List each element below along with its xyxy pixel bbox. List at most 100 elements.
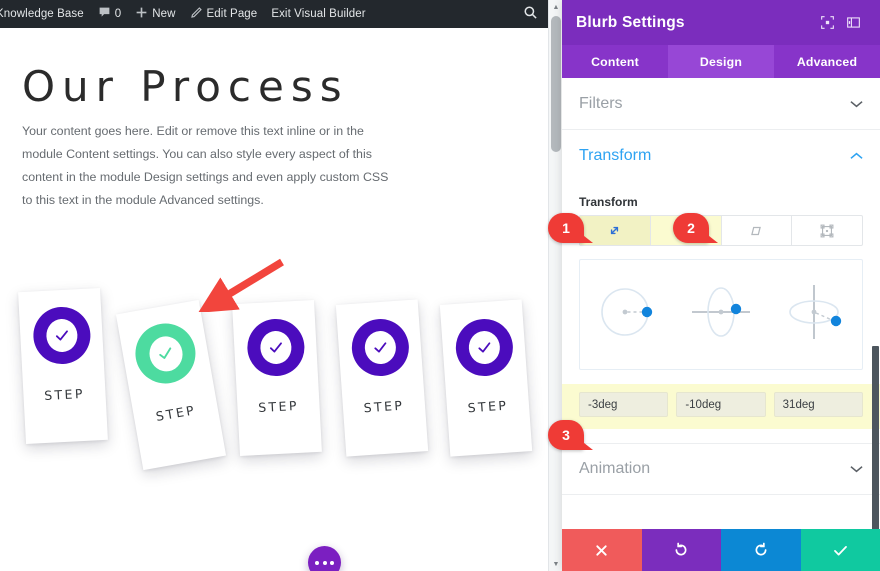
- section-filters-label: Filters: [579, 94, 623, 112]
- adminbar-item-comments[interactable]: 0: [91, 0, 129, 28]
- close-icon: [596, 544, 607, 556]
- section-transform-label: Transform: [579, 147, 652, 164]
- callout-badge-2: 2: [673, 213, 718, 243]
- adminbar-item-site[interactable]: Knowledge Base: [0, 0, 91, 28]
- undo-button[interactable]: [641, 529, 721, 571]
- plus-icon: [135, 6, 148, 22]
- panel-title: Blurb Settings: [576, 13, 685, 31]
- checkmark-icon: [55, 330, 68, 341]
- step-icon-circle: [130, 318, 201, 389]
- checkmark-icon: [373, 342, 386, 353]
- canvas-scrollbar[interactable]: ▲ ▼: [548, 0, 562, 571]
- ellipsis-dot: [322, 560, 327, 565]
- checkmark-icon: [833, 545, 847, 555]
- rotate-z-dial[interactable]: [588, 273, 666, 356]
- transform-field-label: Transform: [579, 195, 638, 209]
- callout-badge-1: 1: [548, 213, 593, 243]
- ellipsis-dot: [315, 560, 319, 565]
- add-module-button[interactable]: [308, 546, 341, 571]
- adminbar-search-button[interactable]: [523, 0, 538, 28]
- panel-body: Filters Transform Transform -3deg -10deg…: [562, 78, 880, 529]
- search-icon: [523, 5, 538, 23]
- step-card-label: STEP: [467, 397, 509, 416]
- tab-advanced[interactable]: Advanced: [774, 45, 880, 78]
- tab-content[interactable]: Content: [562, 45, 668, 78]
- panel-tab-bar: Content Design Advanced: [562, 45, 880, 78]
- page-canvas: Knowledge Base 0 New Edit Page Exit Visu…: [0, 0, 548, 571]
- step-icon-inner: [467, 330, 501, 366]
- step-card[interactable]: STEP: [335, 299, 429, 457]
- canvas-scrollbar-thumb[interactable]: [551, 16, 561, 152]
- section-animation-label: Animation: [579, 460, 651, 477]
- rotate-degree-inputs: -3deg -10deg 31deg: [562, 384, 880, 429]
- rotate-x-input[interactable]: 31deg: [773, 392, 863, 417]
- save-button[interactable]: [800, 529, 880, 571]
- tab-design[interactable]: Design: [668, 45, 774, 78]
- checkmark-icon: [159, 347, 172, 359]
- adminbar-item-label: Knowledge Base: [0, 8, 84, 20]
- adminbar-item-exit-builder[interactable]: Exit Visual Builder: [264, 0, 372, 28]
- rotation-dials: [579, 259, 863, 370]
- comment-icon: [98, 6, 111, 22]
- transform-type-tabs: [579, 215, 863, 246]
- page-content: Our Process Your content goes here. Edit…: [0, 28, 548, 571]
- step-card[interactable]: STEP: [439, 299, 533, 457]
- rotate-z-input[interactable]: -3deg: [579, 392, 669, 417]
- chevron-up-icon: [850, 150, 863, 162]
- scroll-up-arrow-icon[interactable]: ▲: [549, 0, 563, 14]
- section-filters[interactable]: Filters: [562, 78, 880, 130]
- step-icon-circle: [453, 317, 515, 378]
- chevron-down-icon: [850, 98, 863, 110]
- adminbar-item-label: Edit Page: [206, 8, 258, 20]
- wordpress-admin-bar: Knowledge Base 0 New Edit Page Exit Visu…: [0, 0, 548, 28]
- adminbar-item-new[interactable]: New: [128, 0, 182, 28]
- step-card[interactable]: STEP: [18, 287, 108, 445]
- scale-icon: [611, 226, 619, 235]
- step-card-label: STEP: [43, 385, 86, 404]
- section-transform[interactable]: Transform: [562, 130, 880, 182]
- visual-builder-screen: Knowledge Base 0 New Edit Page Exit Visu…: [0, 0, 880, 571]
- step-card-label: STEP: [154, 402, 198, 424]
- checkmark-icon: [477, 342, 490, 353]
- skew-icon: [751, 226, 762, 235]
- step-card[interactable]: STEP: [115, 299, 227, 471]
- step-icon-inner: [45, 318, 78, 353]
- step-icon-inner: [363, 330, 397, 366]
- scroll-down-arrow-icon[interactable]: ▼: [549, 557, 563, 571]
- undo-icon: [675, 542, 687, 556]
- step-icon-inner: [259, 330, 292, 365]
- rotate-y-dial[interactable]: [682, 273, 760, 356]
- adminbar-item-label: Exit Visual Builder: [271, 8, 366, 20]
- step-card[interactable]: STEP: [232, 299, 322, 457]
- layout-panel-icon[interactable]: [840, 10, 866, 36]
- panel-action-bar: [562, 529, 880, 571]
- checkmark-icon: [269, 342, 282, 353]
- panel-scrollbar[interactable]: [872, 78, 880, 529]
- cancel-button[interactable]: [562, 529, 642, 571]
- pencil-icon: [190, 6, 203, 22]
- redo-icon: [755, 542, 767, 556]
- adminbar-item-edit-page[interactable]: Edit Page: [183, 0, 265, 28]
- step-icon-circle: [31, 305, 92, 366]
- adminbar-item-label: New: [152, 8, 176, 20]
- skew-transform-tab[interactable]: [722, 216, 793, 245]
- step-icon-circle: [349, 317, 411, 378]
- origin-transform-tab[interactable]: [792, 216, 862, 245]
- step-icon-inner: [146, 333, 185, 374]
- focus-target-icon[interactable]: [814, 10, 840, 36]
- panel-scrollbar-thumb[interactable]: [872, 346, 879, 529]
- page-title: Our Process: [22, 62, 349, 111]
- section-animation[interactable]: Animation: [562, 443, 880, 495]
- blurb-settings-panel: Blurb Settings Content Design Advanced F…: [562, 0, 880, 571]
- step-card-label: STEP: [363, 397, 405, 416]
- rotate-y-input[interactable]: -10deg: [676, 392, 766, 417]
- rotate-x-dial[interactable]: [776, 273, 854, 356]
- step-card-label: STEP: [257, 397, 300, 416]
- callout-badge-3: 3: [548, 420, 593, 450]
- page-paragraph: Your content goes here. Edit or remove t…: [22, 124, 389, 207]
- ellipsis-dot: [330, 560, 334, 565]
- adminbar-comment-count: 0: [114, 8, 122, 20]
- chevron-down-icon: [850, 463, 863, 475]
- panel-header: Blurb Settings: [562, 0, 880, 45]
- redo-button[interactable]: [721, 529, 801, 571]
